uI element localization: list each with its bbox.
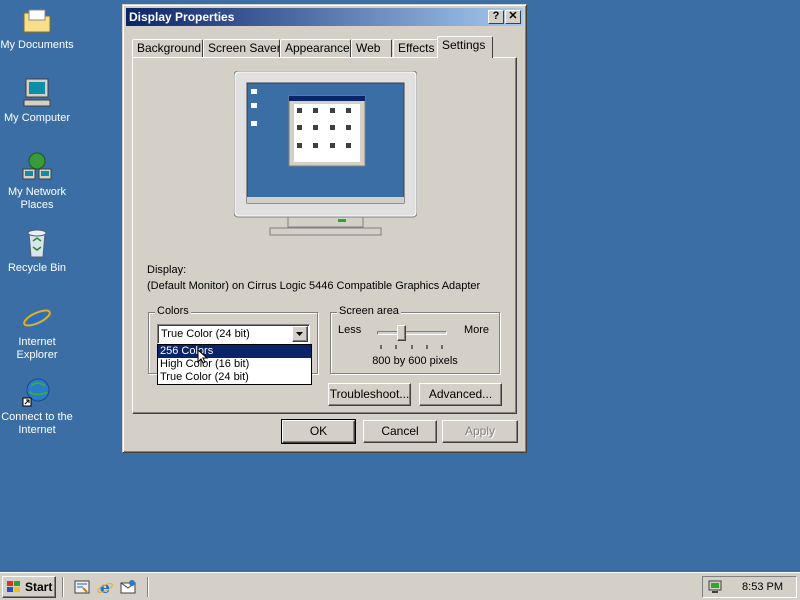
close-button[interactable]: ✕ — [505, 10, 521, 24]
troubleshoot-button[interactable]: Troubleshoot... — [328, 383, 411, 406]
colors-option-16bit[interactable]: High Color (16 bit) — [158, 358, 311, 371]
recycle-bin-icon — [21, 227, 53, 259]
desktop-icon-label: Recycle Bin — [7, 262, 67, 274]
desktop-icon-label: Internet Explorer — [16, 336, 58, 361]
chevron-down-icon — [296, 332, 303, 336]
desktop-icon-connect-internet[interactable]: Connect to the Internet — [0, 376, 74, 437]
tab-label: Web — [356, 41, 381, 55]
taskbar-separator — [62, 577, 64, 597]
close-icon: ✕ — [508, 10, 518, 22]
start-label: Start — [25, 580, 53, 594]
outlook-express-icon[interactable] — [119, 578, 137, 596]
tab-background[interactable]: Background — [132, 39, 203, 58]
colors-select[interactable]: True Color (24 bit) — [157, 324, 310, 344]
tab-label: Settings — [442, 38, 486, 52]
screen-area-groupbox: Screen area Less More 800 by 600 pixels — [330, 305, 500, 374]
option-label: True Color (24 bit) — [160, 371, 249, 383]
mouse-pointer-icon — [197, 349, 209, 364]
system-tray: 8:53 PM — [702, 576, 797, 598]
slider-ticks — [380, 345, 443, 349]
desktop-icon-label: Connect to the Internet — [1, 411, 73, 436]
tab-appearance[interactable]: Appearance — [280, 39, 351, 58]
apply-button[interactable]: Apply — [442, 420, 518, 443]
button-label: Apply — [464, 424, 496, 438]
tab-label: Effects — [398, 41, 435, 55]
internet-explorer-quicklaunch-icon[interactable]: e — [96, 578, 114, 596]
taskbar-separator-2 — [147, 577, 149, 597]
tab-settings[interactable]: Settings — [437, 36, 493, 58]
button-label: Advanced... — [428, 387, 493, 401]
monitor-preview — [233, 70, 418, 246]
screen-area-group-title: Screen area — [337, 305, 401, 317]
button-label: OK — [309, 424, 328, 438]
desktop-icon-internet-explorer[interactable]: e Internet Explorer — [0, 301, 74, 362]
start-button[interactable]: Start — [2, 576, 56, 598]
window-title: Display Properties — [129, 10, 235, 24]
title-bar[interactable]: Display Properties ? ✕ — [126, 8, 523, 26]
tab-label: Background — [137, 41, 202, 55]
screen-resolution-text: 800 by 600 pixels — [372, 355, 458, 367]
show-desktop-icon[interactable] — [73, 578, 91, 596]
slider-thumb[interactable] — [397, 325, 406, 341]
computer-icon — [21, 77, 53, 109]
desktop-icon-label: My Network Places — [7, 186, 67, 211]
button-label: Troubleshoot... — [329, 387, 410, 401]
advanced-button[interactable]: Advanced... — [419, 383, 502, 406]
folder-icon — [21, 4, 53, 36]
clock[interactable]: 8:53 PM — [742, 581, 783, 593]
tab-effects[interactable]: Effects — [393, 39, 438, 58]
ok-button[interactable]: OK — [281, 419, 356, 444]
connect-internet-icon — [21, 376, 53, 408]
display-adapter-text: (Default Monitor) on Cirrus Logic 5446 C… — [147, 280, 481, 292]
desktop-icon-recycle-bin[interactable]: Recycle Bin — [0, 227, 74, 275]
screen-area-slider[interactable] — [377, 323, 447, 351]
help-button[interactable]: ? — [488, 10, 504, 24]
display-label: Display: — [147, 264, 187, 276]
desktop-icon-label: My Documents — [0, 39, 74, 51]
desktop-icon-label: My Computer — [3, 112, 71, 124]
colors-dropdown-button[interactable] — [292, 326, 308, 342]
desktop-icon-my-documents[interactable]: My Documents — [0, 4, 74, 52]
network-icon — [21, 151, 53, 183]
tab-label: Screen Saver — [208, 41, 281, 55]
desktop-icon-my-computer[interactable]: My Computer — [0, 77, 74, 125]
internet-explorer-icon: e — [21, 301, 53, 336]
desktop-icon-network-places[interactable]: My Network Places — [0, 151, 74, 212]
slider-less-label: Less — [338, 324, 362, 336]
monitor-illustration — [233, 70, 418, 236]
slider-more-label: More — [463, 324, 489, 336]
tab-web[interactable]: Web — [351, 39, 392, 58]
tab-screen-saver[interactable]: Screen Saver — [203, 39, 281, 58]
slider-track — [377, 331, 447, 335]
colors-option-24bit[interactable]: True Color (24 bit) — [158, 371, 311, 384]
colors-selected-value: True Color (24 bit) — [161, 328, 250, 340]
help-icon: ? — [492, 10, 500, 22]
windows-logo-icon — [7, 581, 20, 592]
cancel-button[interactable]: Cancel — [363, 420, 437, 443]
display-settings-tray-icon[interactable] — [707, 579, 725, 595]
tab-label: Appearance — [285, 41, 350, 55]
display-properties-window: Display Properties ? ✕ Background Screen… — [122, 4, 527, 453]
button-label: Cancel — [381, 424, 419, 438]
taskbar: Start e 8:53 PM — [0, 572, 800, 600]
settings-panel: Display: (Default Monitor) on Cirrus Log… — [132, 57, 517, 414]
colors-dropdown-list: 256 Colors High Color (16 bit) True Colo… — [157, 344, 312, 385]
colors-option-256[interactable]: 256 Colors — [158, 345, 311, 358]
colors-group-title: Colors — [155, 305, 191, 317]
